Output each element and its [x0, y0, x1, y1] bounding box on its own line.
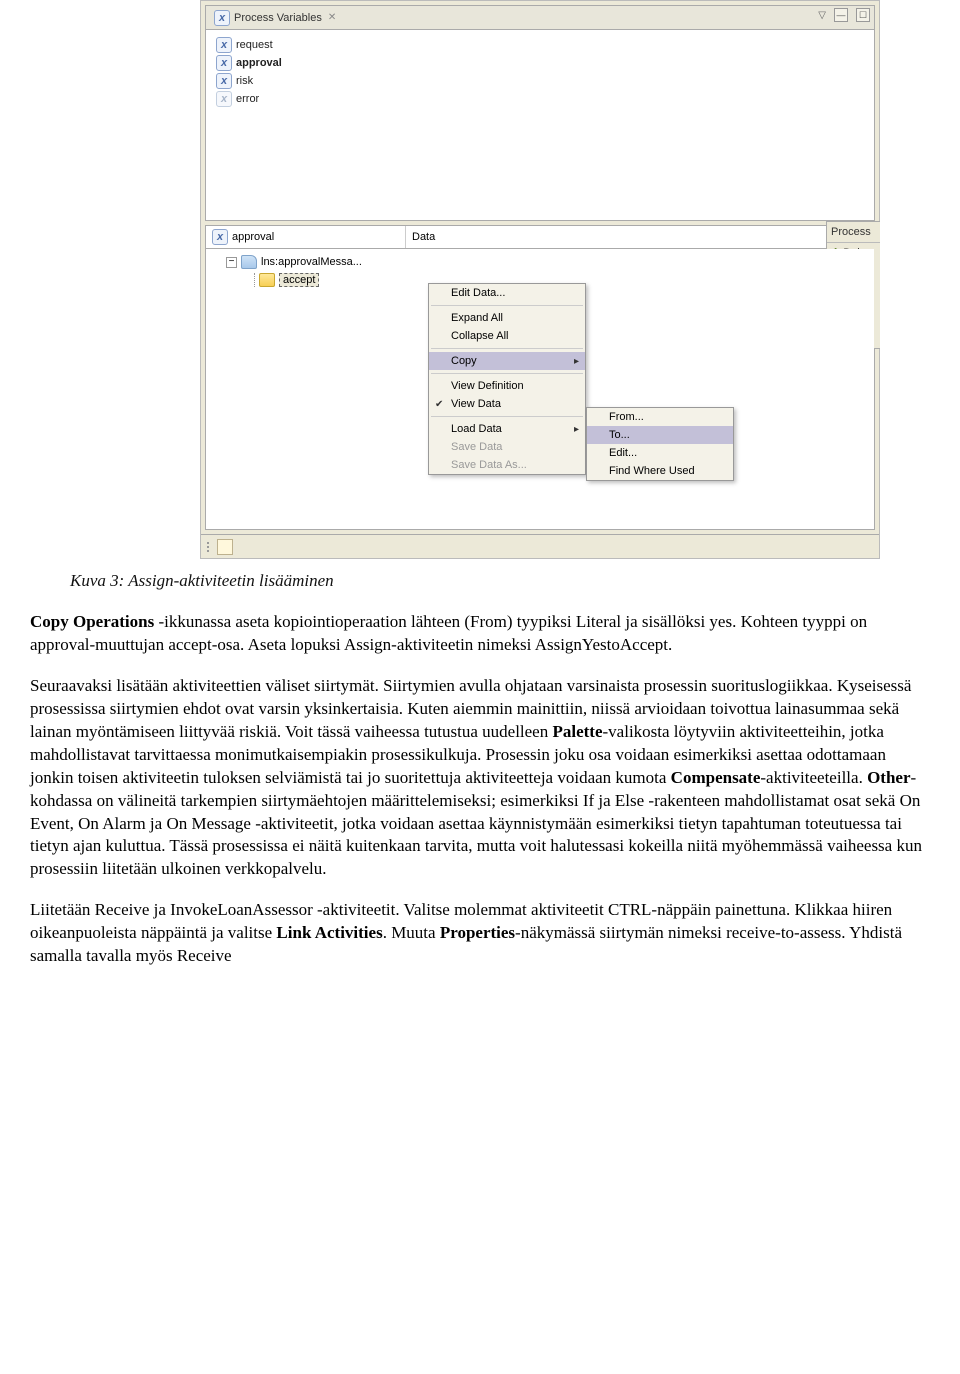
- variable-error[interactable]: x error: [216, 90, 864, 108]
- menu-save-data-as: Save Data As...: [429, 456, 585, 474]
- menu-separator: [431, 305, 583, 306]
- menu-view-data[interactable]: View Data: [429, 395, 585, 413]
- bold-copy-operations: Copy Operations: [30, 612, 154, 631]
- toolbar-handle[interactable]: [207, 542, 211, 552]
- side-title: Process: [827, 222, 880, 243]
- menu-separator: [431, 373, 583, 374]
- tab-close-icon[interactable]: ✕: [328, 12, 336, 23]
- element-icon: [259, 273, 275, 287]
- menu-view-definition[interactable]: View Definition: [429, 377, 585, 395]
- submenu-from[interactable]: From...: [587, 408, 733, 426]
- variables-tree: x request x approval x risk x error: [206, 30, 874, 220]
- data-panel: x approval Data X − lns:approvalMessa...: [205, 225, 875, 530]
- header-variable-label: approval: [232, 231, 274, 243]
- menu-separator: [431, 416, 583, 417]
- tree-connector: [254, 273, 255, 287]
- header-data-label: Data: [412, 231, 435, 243]
- variable-x-icon: x: [216, 91, 232, 107]
- copy-submenu: From... To... Edit... Find Where Used: [586, 407, 734, 481]
- variable-x-icon: x: [216, 55, 232, 71]
- variable-label: error: [236, 93, 259, 105]
- menu-collapse-all[interactable]: Collapse All: [429, 327, 585, 345]
- tree-message-row[interactable]: − lns:approvalMessa...: [226, 255, 866, 269]
- variable-request[interactable]: x request: [216, 36, 864, 54]
- menu-expand-all[interactable]: Expand All: [429, 309, 585, 327]
- menu-load-data[interactable]: Load Data: [429, 420, 585, 438]
- variable-label: approval: [236, 57, 282, 69]
- data-panel-body: − lns:approvalMessa... accept Edit Data.…: [206, 249, 874, 529]
- message-icon: [241, 255, 257, 269]
- variable-label: risk: [236, 75, 253, 87]
- maximize-icon[interactable]: ☐: [856, 8, 870, 22]
- paragraph-1: Copy Operations -ikkunassa aseta kopioin…: [30, 611, 930, 657]
- paragraph-3: Liitetään Receive ja InvokeLoanAssessor …: [30, 899, 930, 968]
- view-menu-icon[interactable]: ▽: [818, 10, 826, 21]
- variable-x-icon: x: [214, 10, 230, 26]
- tab-process-variables[interactable]: x Process Variables ✕: [208, 8, 342, 28]
- submenu-edit[interactable]: Edit...: [587, 444, 733, 462]
- submenu-find-where-used[interactable]: Find Where Used: [587, 462, 733, 480]
- process-variables-panel: x Process Variables ✕ ▽ — ☐ x request x …: [205, 5, 875, 221]
- paragraph-2: Seuraavaksi lisätään aktiviteettien väli…: [30, 675, 930, 881]
- variable-x-icon: x: [212, 229, 228, 245]
- data-panel-header: x approval Data X: [206, 226, 874, 249]
- variable-approval[interactable]: x approval: [216, 54, 864, 72]
- accept-label: accept: [279, 273, 319, 287]
- message-label: lns:approvalMessa...: [261, 256, 362, 268]
- variable-risk[interactable]: x risk: [216, 72, 864, 90]
- tabbar: x Process Variables ✕ ▽ — ☐: [206, 6, 874, 30]
- bottom-toolbar: [201, 534, 879, 558]
- menu-save-data: Save Data: [429, 438, 585, 456]
- menu-separator: [431, 348, 583, 349]
- tree-toggle[interactable]: −: [226, 257, 237, 268]
- submenu-to[interactable]: To...: [587, 426, 733, 444]
- variable-x-icon: x: [216, 37, 232, 53]
- para1-text: -ikkunassa aseta kopiointioperaation läh…: [30, 612, 867, 654]
- menu-edit-data[interactable]: Edit Data...: [429, 284, 585, 302]
- variable-x-icon: x: [216, 73, 232, 89]
- toolbar-icon[interactable]: [217, 539, 233, 555]
- screenshot: x Process Variables ✕ ▽ — ☐ x request x …: [200, 0, 880, 559]
- menu-copy[interactable]: Copy: [429, 352, 585, 370]
- header-data-cell[interactable]: Data: [406, 226, 846, 248]
- figure-caption: Kuva 3: Assign-aktiviteetin lisääminen: [70, 571, 940, 591]
- minimize-icon[interactable]: —: [834, 8, 848, 22]
- header-variable-cell[interactable]: x approval: [206, 226, 406, 248]
- tab-label: Process Variables: [234, 12, 322, 24]
- variable-label: request: [236, 39, 273, 51]
- context-menu: Edit Data... Expand All Collapse All Cop…: [428, 283, 586, 475]
